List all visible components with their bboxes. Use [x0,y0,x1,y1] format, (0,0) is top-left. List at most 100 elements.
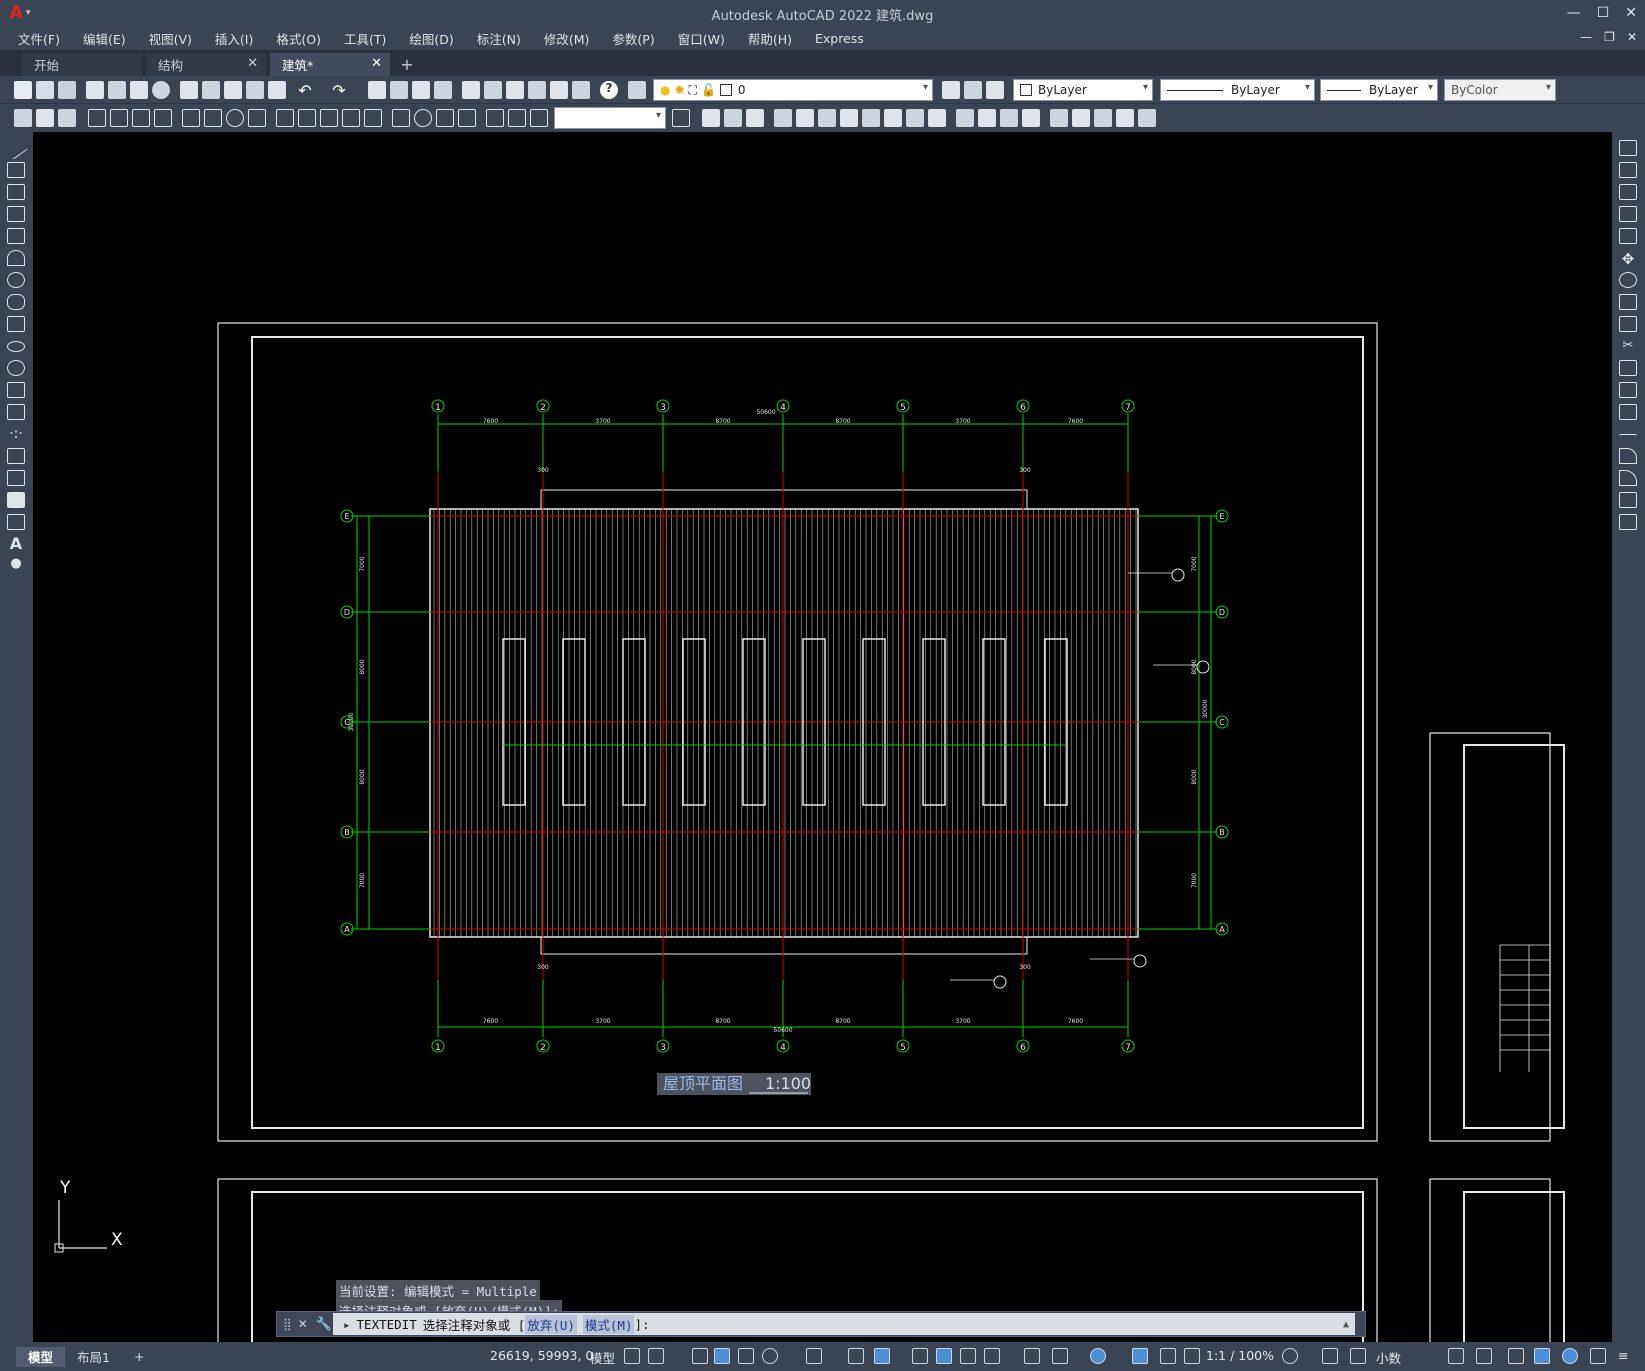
menu-edit[interactable]: 编辑(E) [83,29,126,48]
menu-file[interactable]: 文件(F) [18,29,60,48]
linetype-dropdown[interactable]: ByLayer ▾ [1160,79,1315,101]
region-icon[interactable] [7,492,25,508]
explode-icon[interactable] [1050,109,1068,127]
workspace-gear-icon[interactable] [1282,1348,1298,1364]
zoom-previous-icon[interactable] [434,81,452,99]
menu-tools[interactable]: 工具(T) [344,29,386,48]
table-icon[interactable] [7,514,25,530]
customize-icon[interactable]: 🔧 [316,1317,332,1332]
scale-icon[interactable] [862,109,880,127]
dimension-text-edit-icon[interactable] [508,109,526,127]
object-snap-icon[interactable] [874,1348,890,1364]
menu-express[interactable]: Express [815,31,864,46]
undo-option[interactable]: 放弃(U) [525,1314,577,1334]
erase-icon[interactable] [702,109,720,127]
edit-hatch-icon[interactable] [1116,109,1134,127]
layer-properties-icon[interactable] [628,81,646,99]
block-editor-icon[interactable] [268,81,286,99]
infer-constraints-icon[interactable] [692,1348,708,1364]
tool-palettes-icon[interactable] [506,81,524,99]
snap-icon[interactable] [648,1348,664,1364]
add-layout-button[interactable]: + [122,1347,156,1367]
copy-object-icon[interactable] [724,109,742,127]
linear-dimension-icon[interactable] [88,109,106,127]
doc-close-button[interactable]: ✕ [1627,30,1637,44]
lock-ui-icon[interactable] [1476,1348,1492,1364]
arc-icon[interactable] [7,250,25,266]
chamfer-icon[interactable] [1000,109,1018,127]
menu-parametric[interactable]: 参数(P) [612,29,654,48]
fillet-icon[interactable] [1022,109,1040,127]
multiline-text-icon[interactable]: A [7,534,25,553]
array-icon[interactable] [796,109,814,127]
revision-cloud-icon[interactable] [7,294,25,310]
doc-restore-button[interactable]: ❐ [1604,30,1615,44]
dimension-space-icon[interactable] [342,109,360,127]
menu-draw[interactable]: 绘图(D) [409,29,453,48]
offset-icon[interactable] [774,109,792,127]
selection-cycling-icon[interactable] [960,1348,976,1364]
isolate-objects-icon[interactable] [1508,1348,1524,1364]
open-file-icon[interactable] [36,81,54,99]
save-icon[interactable] [58,81,76,99]
annotation-monitor-icon[interactable] [1322,1348,1338,1364]
print-icon[interactable] [86,81,104,99]
layer-dropdown[interactable]: ● ✺ ⛶ 🔓 0 ▾ [653,79,933,101]
move-tool-icon[interactable]: ✥ [1619,250,1637,268]
mirror-icon[interactable] [746,109,764,127]
match-properties-icon[interactable] [246,81,264,99]
tolerance-icon[interactable] [392,109,410,127]
model-space-toggle[interactable]: 模型 [590,1348,615,1367]
new-file-icon[interactable] [14,81,32,99]
transparency-icon[interactable] [936,1348,952,1364]
publish-icon[interactable] [130,81,148,99]
history-expand-icon[interactable]: ▲ [1343,1319,1349,1330]
polar-tracking-icon[interactable] [762,1348,778,1364]
make-block-icon[interactable] [7,404,25,420]
join-icon[interactable] [978,109,996,127]
grid-icon[interactable] [624,1348,640,1364]
units-readout[interactable]: 小数 [1376,1348,1401,1367]
annotation-visibility-icon[interactable] [1132,1348,1148,1364]
offset-tool-icon[interactable] [1619,206,1637,222]
units-icon[interactable] [1350,1348,1366,1364]
extend-icon[interactable] [928,109,946,127]
ortho-icon[interactable] [738,1348,754,1364]
erase-tool-icon[interactable] [1619,140,1637,156]
maximize-button[interactable]: ☐ [1597,5,1610,21]
stretch-icon[interactable] [884,109,902,127]
quick-properties-icon[interactable] [1448,1348,1464,1364]
close-button[interactable]: ✕ [1625,5,1637,21]
menu-help[interactable]: 帮助(H) [748,29,792,48]
annotation-scale-readout[interactable]: 1:1 / 100% [1206,1348,1274,1363]
line-icon[interactable] [4,136,28,160]
workspace-icon[interactable] [14,109,32,127]
doc-minimize-button[interactable]: — [1580,30,1592,44]
annotation-scale-icon[interactable] [1184,1348,1200,1364]
close-icon[interactable]: ✕ [371,56,382,71]
copy-tool-icon[interactable] [1619,162,1637,178]
edit-text-icon[interactable] [1138,109,1156,127]
polyline-icon[interactable] [7,184,25,200]
point-icon[interactable]: ·:· [7,426,25,442]
coordinates-readout[interactable]: 26619, 59993, 0 [490,1348,593,1363]
arc-length-icon[interactable] [132,109,150,127]
dynamic-input-icon[interactable] [714,1348,730,1364]
chamfer-tool-icon[interactable] [1619,448,1637,464]
scale-tool-icon[interactable] [1619,294,1637,310]
dimension-update-icon[interactable] [530,109,548,127]
dimension-break-icon[interactable] [364,109,382,127]
object-snap-tracking-icon[interactable] [848,1348,864,1364]
hatch-icon[interactable] [7,448,25,464]
layer-state-icon[interactable] [36,109,54,127]
customization-menu-icon[interactable]: ≡ [1618,1348,1628,1363]
jogged-linear-icon[interactable] [458,109,476,127]
diameter-dimension-icon[interactable] [226,109,244,127]
pan-icon[interactable] [368,81,386,99]
3d-publish-icon[interactable] [152,81,170,99]
layer-match-icon[interactable] [964,81,982,99]
hardware-acceleration-icon[interactable] [1562,1348,1578,1364]
break-icon[interactable] [956,109,974,127]
auto-scale-icon[interactable] [1160,1348,1176,1364]
inspection-icon[interactable] [436,109,454,127]
